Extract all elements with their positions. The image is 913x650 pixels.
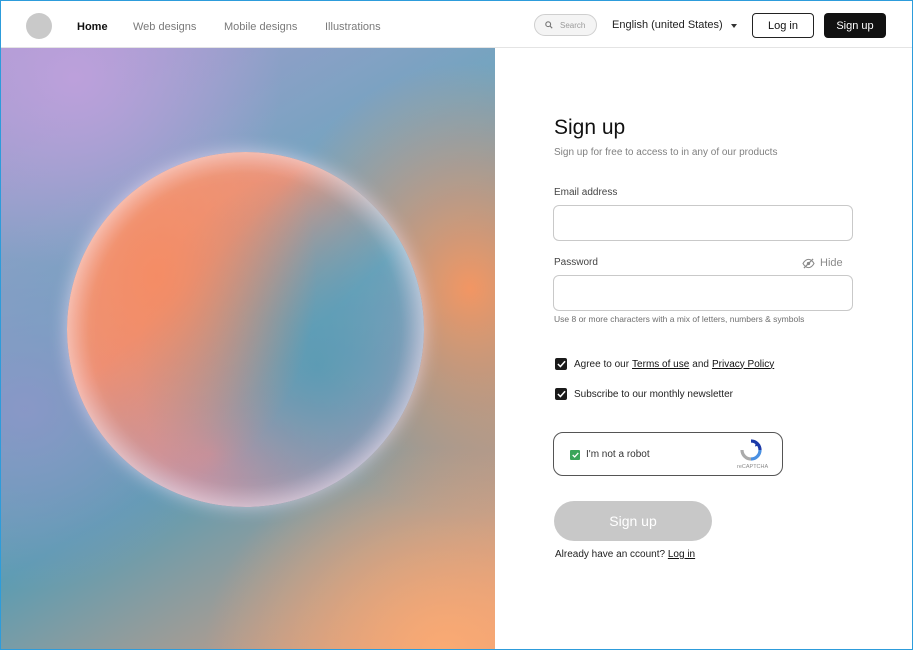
- captcha-label: I'm not a robot: [586, 449, 650, 460]
- recaptcha-widget[interactable]: I'm not a robot reCAPTCHA: [553, 432, 783, 476]
- top-navigation-bar: Home Web designs Mobile designs Illustra…: [0, 0, 913, 48]
- email-label: Email address: [554, 187, 618, 198]
- newsletter-label: Subscribe to our monthly newsletter: [574, 388, 733, 400]
- hero-gradient-image: [0, 48, 495, 650]
- nav-link-home[interactable]: Home: [77, 21, 108, 33]
- already-have-account: Already have an ccount? Log in: [555, 549, 695, 560]
- newsletter-checkbox[interactable]: [555, 388, 567, 400]
- recaptcha-icon: [740, 439, 762, 461]
- eye-off-icon: [802, 257, 815, 269]
- nav-link-illustrations[interactable]: Illustrations: [325, 21, 381, 33]
- signup-button-header[interactable]: Sign up: [824, 13, 886, 38]
- agree-prefix-text: Agree to our: [574, 358, 630, 370]
- nav-link-mobile-designs[interactable]: Mobile designs: [224, 21, 297, 33]
- hide-label: Hide: [820, 257, 843, 269]
- privacy-policy-link[interactable]: Privacy Policy: [712, 359, 774, 370]
- password-field[interactable]: [553, 275, 853, 311]
- checkmark-icon: [556, 360, 566, 368]
- captcha-checkbox[interactable]: [570, 450, 580, 460]
- form-subtitle: Sign up for free to access to in any of …: [554, 147, 778, 158]
- password-label: Password: [554, 257, 598, 268]
- checkmark-icon: [571, 452, 579, 458]
- search-icon: [545, 21, 553, 29]
- newsletter-row: Subscribe to our monthly newsletter: [555, 388, 733, 400]
- password-hint: Use 8 or more characters with a mix of l…: [554, 314, 805, 324]
- search-input[interactable]: Search: [534, 14, 597, 36]
- already-text: Already have an ccount?: [555, 549, 666, 560]
- email-field[interactable]: [553, 205, 853, 241]
- agree-terms-row: Agree to our Terms of use and Privacy Po…: [555, 358, 774, 370]
- chevron-down-icon[interactable]: [731, 24, 737, 28]
- logo-avatar[interactable]: [26, 13, 52, 39]
- checkmark-icon: [556, 390, 566, 398]
- search-placeholder: Search: [560, 21, 586, 30]
- terms-of-use-link[interactable]: Terms of use: [632, 359, 689, 370]
- form-title: Sign up: [554, 116, 626, 139]
- nav-link-web-designs[interactable]: Web designs: [133, 21, 196, 33]
- signup-submit-button[interactable]: Sign up: [554, 501, 712, 541]
- login-button[interactable]: Log in: [752, 13, 814, 38]
- password-visibility-toggle[interactable]: Hide: [802, 257, 843, 269]
- language-selector[interactable]: English (united States): [612, 19, 723, 31]
- agree-terms-checkbox[interactable]: [555, 358, 567, 370]
- gradient-orb: [67, 152, 424, 507]
- captcha-brand: reCAPTCHA: [737, 464, 769, 470]
- agree-and-text: and: [692, 358, 709, 370]
- login-link[interactable]: Log in: [668, 549, 695, 560]
